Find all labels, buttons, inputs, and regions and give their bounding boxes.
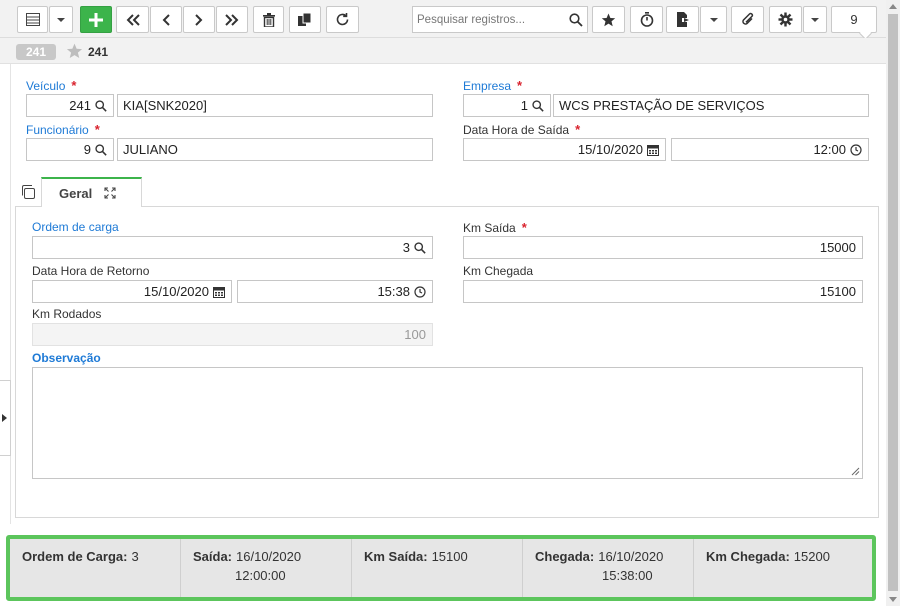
calendar-icon[interactable] xyxy=(647,144,659,156)
km-saida-label: Km Saída * xyxy=(463,220,527,235)
km-chegada-label: Km Chegada xyxy=(463,264,534,278)
km-chegada-field[interactable]: 15100 xyxy=(463,280,863,303)
vertical-scrollbar[interactable] xyxy=(886,0,900,606)
last-icon xyxy=(225,13,239,26)
settings-button[interactable] xyxy=(769,6,802,33)
data-hora-saida-label: Data Hora de Saída * xyxy=(463,122,581,137)
favorite-button[interactable] xyxy=(592,6,625,33)
empresa-name-field[interactable]: WCS PRESTAÇÃO DE SERVIÇOS xyxy=(553,94,869,117)
summary-ordem-carga: Ordem de Carga: 3 xyxy=(10,539,181,597)
side-panel-toggle[interactable] xyxy=(0,380,11,456)
last-record-button[interactable] xyxy=(216,6,248,33)
next-icon xyxy=(195,13,203,26)
summary-km-chegada: Km Chegada: 15200 xyxy=(706,549,830,564)
search-icon[interactable] xyxy=(95,143,107,156)
stopwatch-icon xyxy=(640,12,653,27)
summary-saida: Saída: 16/10/2020 12:00:00 xyxy=(181,539,352,597)
duplicate-button[interactable] xyxy=(289,6,321,33)
funcionario-code-field[interactable]: 9 xyxy=(26,138,114,161)
scroll-up-icon[interactable] xyxy=(889,4,897,9)
export-dropdown[interactable] xyxy=(700,6,727,33)
paperclip-icon xyxy=(741,12,753,25)
scrollbar-thumb[interactable] xyxy=(888,14,898,591)
record-strip: 241 241 xyxy=(0,38,886,64)
refresh-icon xyxy=(336,13,349,26)
ordem-carga-label: Ordem de carga xyxy=(32,220,119,234)
copy-icon[interactable] xyxy=(20,184,36,200)
scroll-down-icon[interactable] xyxy=(889,597,897,602)
delete-button[interactable] xyxy=(253,6,284,33)
copy-icon xyxy=(298,12,312,26)
search-icon[interactable] xyxy=(414,241,426,254)
plus-icon xyxy=(89,12,103,27)
search-icon[interactable] xyxy=(95,99,107,112)
empresa-code-field[interactable]: 1 xyxy=(463,94,551,117)
refresh-button[interactable] xyxy=(326,6,359,33)
summary-km-saida: Km Saída: 15100 xyxy=(352,539,523,597)
summary-bar: Ordem de Carga: 3 Saída: 16/10/2020 12:00:… xyxy=(6,535,876,601)
km-rodados-field: 100 xyxy=(32,323,433,346)
record-badge: 241 xyxy=(16,44,56,60)
summary-chegada: Chegada: 16/10/2020 15:38:00 xyxy=(523,539,694,597)
calendar-icon[interactable] xyxy=(213,286,225,298)
caret-icon xyxy=(57,17,65,22)
search-icon[interactable] xyxy=(532,99,544,112)
settings-dropdown[interactable] xyxy=(803,6,827,33)
expand-icon[interactable] xyxy=(104,187,116,199)
add-record-button[interactable] xyxy=(80,6,112,33)
tab-geral-label: Geral xyxy=(59,185,93,201)
data-saida-field[interactable]: 15/10/2020 xyxy=(463,138,666,161)
ordem-carga-field[interactable]: 3 xyxy=(32,236,433,259)
clock-icon[interactable] xyxy=(414,285,426,298)
km-saida-field[interactable]: 15000 xyxy=(463,236,863,259)
export-button[interactable] xyxy=(666,6,699,33)
first-icon xyxy=(126,13,140,26)
veiculo-label: Veículo * xyxy=(26,78,77,93)
search-input[interactable] xyxy=(413,7,563,32)
prev-icon xyxy=(162,13,170,26)
resize-grip-icon[interactable] xyxy=(851,467,860,476)
veiculo-code-field[interactable]: 241 xyxy=(26,94,114,117)
caret-icon xyxy=(811,17,819,22)
gear-icon xyxy=(778,12,793,27)
search-box xyxy=(412,6,588,33)
record-count: 9 xyxy=(831,6,877,33)
next-record-button[interactable] xyxy=(183,6,215,33)
search-icon[interactable] xyxy=(569,12,583,27)
veiculo-name-field[interactable]: KIA[SNK2020] xyxy=(117,94,433,117)
timer-button[interactable] xyxy=(630,6,663,33)
attachments-button[interactable] xyxy=(731,6,764,33)
clock-icon[interactable] xyxy=(850,143,862,156)
grid-view-dropdown[interactable] xyxy=(49,6,73,33)
funcionario-name-field[interactable]: JULIANO xyxy=(117,138,433,161)
tab-geral[interactable]: Geral xyxy=(41,177,142,207)
funcionario-label: Funcionário * xyxy=(26,122,100,137)
caret-icon xyxy=(709,17,718,22)
previous-record-button[interactable] xyxy=(150,6,182,33)
grid-view-button[interactable] xyxy=(17,6,48,33)
grid-icon xyxy=(25,13,40,26)
trash-icon xyxy=(262,12,275,27)
export-icon xyxy=(676,12,689,27)
observacao-textarea[interactable] xyxy=(32,367,863,479)
empresa-label: Empresa * xyxy=(463,78,523,93)
star-icon xyxy=(601,13,616,26)
toolbar: 9 xyxy=(0,0,886,38)
star-icon[interactable] xyxy=(66,43,83,59)
record-number: 241 xyxy=(88,45,109,59)
hora-retorno-field[interactable]: 15:38 xyxy=(237,280,433,303)
first-record-button[interactable] xyxy=(116,6,149,33)
data-retorno-field[interactable]: 15/10/2020 xyxy=(32,280,232,303)
hora-saida-field[interactable]: 12:00 xyxy=(671,138,869,161)
data-hora-retorno-label: Data Hora de Retorno xyxy=(32,264,150,278)
observacao-label: Observação xyxy=(32,351,101,365)
km-rodados-label: Km Rodados xyxy=(32,307,102,321)
